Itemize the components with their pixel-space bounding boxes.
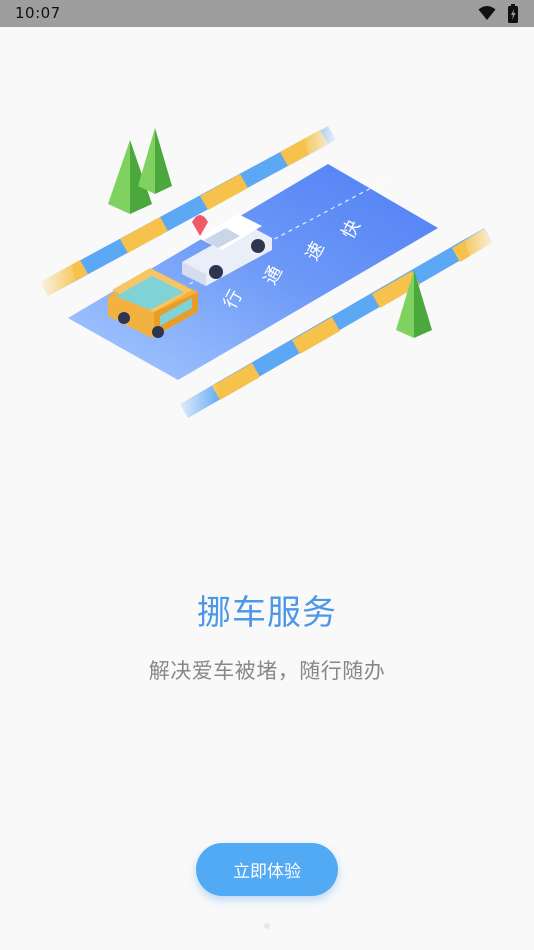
onboarding-subtitle: 解决爱车被堵，随行随办 — [148, 659, 386, 683]
page-dot[interactable] — [264, 923, 270, 929]
status-icons — [478, 4, 522, 24]
start-experience-button[interactable]: 立即体验 — [196, 843, 338, 896]
page-indicator — [0, 914, 534, 933]
wifi-icon — [478, 6, 496, 20]
status-time: 10:07 — [15, 4, 61, 22]
onboarding-title: 挪车服务 — [197, 593, 337, 633]
status-bar: 10:07 — [0, 0, 534, 27]
battery-icon — [508, 4, 518, 23]
parking-illustration: 快 速 通 行 — [36, 110, 500, 428]
trees-left — [108, 128, 172, 214]
